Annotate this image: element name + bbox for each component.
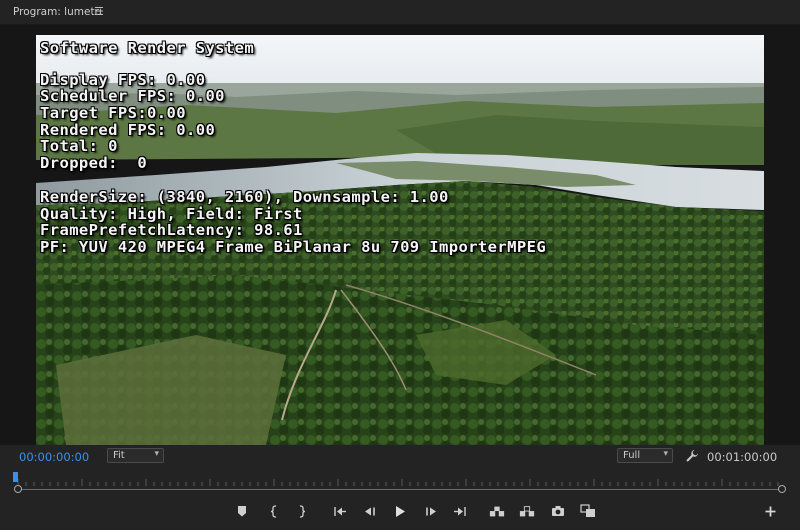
lift-button[interactable]: [489, 503, 505, 519]
lift-icon: [489, 506, 505, 516]
hamburger-menu-icon[interactable]: ☰: [94, 5, 104, 18]
zoom-scroll-bar[interactable]: [18, 489, 782, 490]
go-to-out-button[interactable]: [452, 503, 468, 519]
chevron-down-icon: ▾: [154, 449, 159, 459]
overlay-info-prefetch-latency: FramePrefetchLatency: 98.61: [40, 221, 303, 239]
mark-in-icon: [270, 504, 277, 518]
zoom-scroll-handle-right[interactable]: [778, 485, 786, 493]
overlay-info-pixel-format: PF: YUV 420 MPEG4 Frame BiPlanar 8u 709 …: [40, 238, 547, 256]
go-to-out-icon: [454, 506, 466, 516]
panel-title[interactable]: Program: lumetri: [13, 6, 102, 18]
zoom-level-value: Fit: [113, 450, 125, 461]
overlay-info-render-size: RenderSize: (3840, 2160), Downsample: 1.…: [40, 188, 449, 206]
go-to-in-button[interactable]: [332, 503, 348, 519]
extract-icon: [519, 505, 535, 516]
overlay-heading: Software Render System: [40, 39, 255, 57]
plus-icon: [765, 506, 775, 516]
comparison-view-button[interactable]: [580, 503, 596, 519]
mark-out-icon: [299, 504, 306, 518]
camera-icon: [552, 506, 564, 516]
play-button[interactable]: [392, 503, 408, 519]
step-forward-button[interactable]: [423, 503, 439, 519]
overlay-stat-scheduler-fps: Scheduler FPS: 0.00: [40, 87, 225, 105]
time-ruler[interactable]: [14, 477, 786, 487]
video-frame[interactable]: Software Render System Display FPS: 0.00…: [36, 35, 764, 445]
playhead[interactable]: [13, 472, 18, 482]
mark-out-button[interactable]: [294, 503, 310, 519]
chevron-down-icon: ▾: [663, 449, 668, 459]
button-editor-button[interactable]: [762, 503, 778, 519]
overlay-stat-target-fps: Target FPS:0.00: [40, 104, 186, 122]
zoom-scroll-handle-left[interactable]: [14, 485, 22, 493]
settings-wrench-icon[interactable]: [685, 448, 699, 462]
playback-resolution-value: Full: [623, 450, 641, 461]
overlay-stat-total: Total: 0: [40, 137, 118, 155]
panel-header: Program: lumetri ☰: [0, 0, 800, 25]
play-icon: [396, 505, 405, 517]
mark-in-button[interactable]: [266, 503, 282, 519]
step-back-button[interactable]: [362, 503, 378, 519]
go-to-in-icon: [334, 506, 346, 516]
comparison-icon: [580, 504, 595, 517]
current-timecode[interactable]: 00:00:00:00: [19, 450, 89, 464]
marker-icon: [238, 505, 246, 516]
duration-timecode: 00:01:00:00: [707, 450, 778, 464]
step-back-icon: [365, 507, 375, 515]
step-forward-icon: [426, 507, 436, 515]
overlay-stat-dropped: Dropped: 0: [40, 154, 148, 172]
export-frame-button[interactable]: [550, 503, 566, 519]
add-marker-button[interactable]: [234, 503, 250, 519]
playback-resolution-select[interactable]: Full ▾: [617, 448, 673, 463]
zoom-level-select[interactable]: Fit ▾: [107, 448, 164, 463]
extract-button[interactable]: [519, 503, 535, 519]
